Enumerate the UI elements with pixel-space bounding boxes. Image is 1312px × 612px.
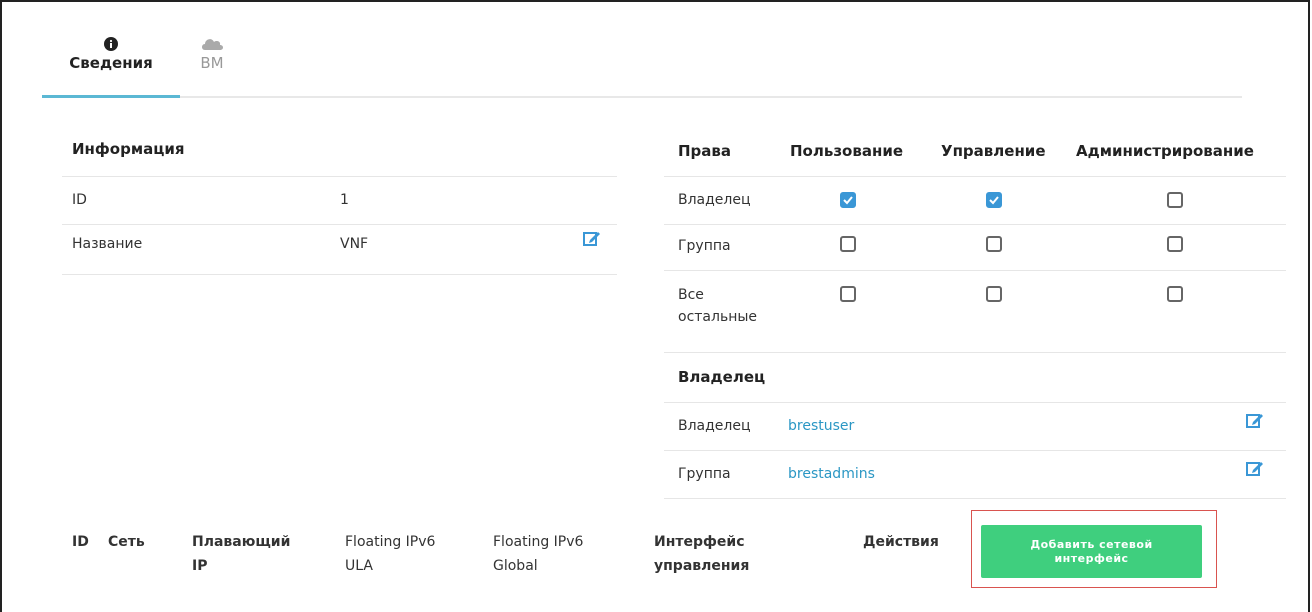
nic-col-floating-ip: Плавающий IP: [192, 534, 291, 574]
tab-info-label: Сведения: [69, 54, 153, 72]
tab-info[interactable]: Сведения: [42, 36, 180, 98]
nic-col-network: Сеть: [108, 534, 145, 550]
ownership-row-owner: Владелец brestuser: [664, 402, 1286, 451]
info-value-id: 1: [340, 192, 349, 208]
perm-row-owner: Владелец: [664, 176, 1286, 225]
perm-label-others: Все остальные: [678, 287, 758, 325]
nic-table-header: ID Сеть Плавающий IP Floating IPv6 ULA F…: [62, 522, 982, 592]
group-use-checkbox[interactable]: [840, 236, 856, 252]
info-value-name: VNF: [340, 236, 369, 252]
ownership-header-row: Владелец: [664, 352, 1286, 403]
perm-header-use: Пользование: [790, 142, 904, 160]
nic-col-ipv6-global: Floating IPv6 Global: [493, 534, 584, 574]
info-label-name: Название: [72, 236, 143, 252]
ownership-header: Владелец: [678, 368, 766, 386]
tab-bar: Сведения ВМ: [42, 32, 1242, 98]
group-link[interactable]: brestadmins: [788, 466, 875, 482]
perm-row-group: Группа: [664, 224, 1286, 271]
group-admin-checkbox[interactable]: [1167, 236, 1183, 252]
owner-link[interactable]: brestuser: [788, 418, 854, 434]
add-nic-button[interactable]: Добавить сетевой интерфейс: [981, 525, 1202, 578]
info-row-name: Название VNF: [62, 224, 617, 275]
perm-row-others: Все остальные: [664, 270, 1286, 353]
others-admin-checkbox[interactable]: [1167, 286, 1183, 302]
group-manage-checkbox[interactable]: [986, 236, 1002, 252]
owner-admin-checkbox[interactable]: [1167, 192, 1183, 208]
owner-use-checkbox[interactable]: [840, 192, 856, 208]
edit-owner-icon[interactable]: [1246, 412, 1264, 432]
permissions-header-row: Права Пользование Управление Администрир…: [664, 130, 1286, 177]
info-header: Информация: [72, 140, 185, 158]
nic-col-ipv6-ula: Floating IPv6 ULA: [345, 534, 436, 574]
perm-label-group: Группа: [678, 238, 731, 254]
others-manage-checkbox[interactable]: [986, 286, 1002, 302]
edit-group-icon[interactable]: [1246, 460, 1264, 480]
perm-header-manage: Управление: [941, 142, 1046, 160]
cloud-icon: [200, 36, 224, 55]
others-use-checkbox[interactable]: [840, 286, 856, 302]
ownership-row-group: Группа brestadmins: [664, 450, 1286, 499]
ownership-label-group: Группа: [678, 466, 731, 482]
info-row-id: ID 1: [62, 176, 617, 225]
perm-label-owner: Владелец: [678, 192, 751, 208]
info-circle-icon: [104, 36, 118, 55]
edit-name-icon[interactable]: [583, 230, 601, 250]
perm-header-rights: Права: [678, 142, 732, 160]
ownership-label-owner: Владелец: [678, 418, 751, 434]
active-tab-indicator: [42, 95, 180, 98]
panel-frame: Сведения ВМ Информация ID 1 Название VNF: [0, 0, 1310, 612]
nic-col-mgmt-interface: Интерфейс управления: [654, 534, 750, 574]
owner-manage-checkbox[interactable]: [986, 192, 1002, 208]
perm-header-admin: Администрирование: [1076, 142, 1254, 160]
tab-vm[interactable]: ВМ: [192, 36, 232, 96]
tab-vm-label: ВМ: [200, 54, 224, 72]
nic-col-id: ID: [72, 534, 89, 550]
nic-col-actions: Действия: [863, 534, 939, 550]
info-label-id: ID: [72, 192, 87, 208]
info-header-row: Информация: [62, 130, 617, 177]
